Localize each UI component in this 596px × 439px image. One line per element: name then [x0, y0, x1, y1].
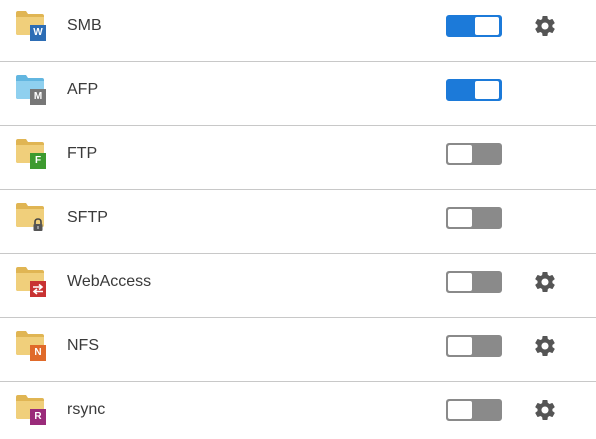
gear-icon[interactable] — [533, 398, 557, 422]
service-toggle-rsync[interactable] — [446, 399, 502, 421]
service-toggle-sftp[interactable] — [446, 207, 502, 229]
service-badge: N — [30, 345, 46, 361]
service-badge: W — [30, 25, 46, 41]
folder-icon: F — [15, 138, 49, 169]
gear-icon[interactable] — [533, 270, 557, 294]
folder-icon: M — [15, 74, 49, 105]
folder-icon — [15, 202, 49, 232]
transfer-arrows-icon — [30, 281, 46, 297]
service-row-ftp: F FTP — [0, 126, 596, 190]
service-toggle-webaccess[interactable] — [446, 271, 502, 293]
folder-icon — [15, 266, 49, 297]
service-toggle-ftp[interactable] — [446, 143, 502, 165]
toggle-knob — [448, 401, 472, 419]
service-label: rsync — [67, 401, 106, 418]
service-toggle-afp[interactable] — [446, 79, 502, 101]
service-row-webaccess: WebAccess — [0, 254, 596, 318]
toggle-knob — [448, 145, 472, 163]
service-toggle-nfs[interactable] — [446, 335, 502, 357]
toggle-knob — [475, 17, 499, 35]
service-badge: R — [30, 409, 46, 425]
service-badge: F — [30, 153, 46, 169]
service-toggle-smb[interactable] — [446, 15, 502, 37]
service-label: AFP — [67, 81, 99, 98]
gear-icon[interactable] — [533, 14, 557, 38]
service-badge: M — [30, 89, 46, 105]
service-label: NFS — [67, 337, 99, 354]
service-label: SMB — [67, 17, 102, 34]
service-row-sftp: SFTP — [0, 190, 596, 254]
gear-icon[interactable] — [533, 334, 557, 358]
folder-icon: N — [15, 330, 49, 361]
toggle-knob — [448, 209, 472, 227]
toggle-knob — [448, 273, 472, 291]
service-list: W SMB M AFP F FTP SFTP WebAccess N NFS Rrsync — [0, 0, 596, 439]
folder-icon: W — [15, 10, 49, 41]
service-row-rsync: Rrsync — [0, 382, 596, 439]
toggle-knob — [448, 337, 472, 355]
service-row-afp: M AFP — [0, 62, 596, 126]
service-row-smb: W SMB — [0, 0, 596, 62]
service-label: SFTP — [67, 209, 108, 226]
service-row-nfs: N NFS — [0, 318, 596, 382]
lock-icon — [30, 217, 46, 233]
service-label: FTP — [67, 145, 98, 162]
service-label: WebAccess — [67, 273, 152, 290]
toggle-knob — [475, 81, 499, 99]
folder-icon: R — [15, 394, 49, 425]
